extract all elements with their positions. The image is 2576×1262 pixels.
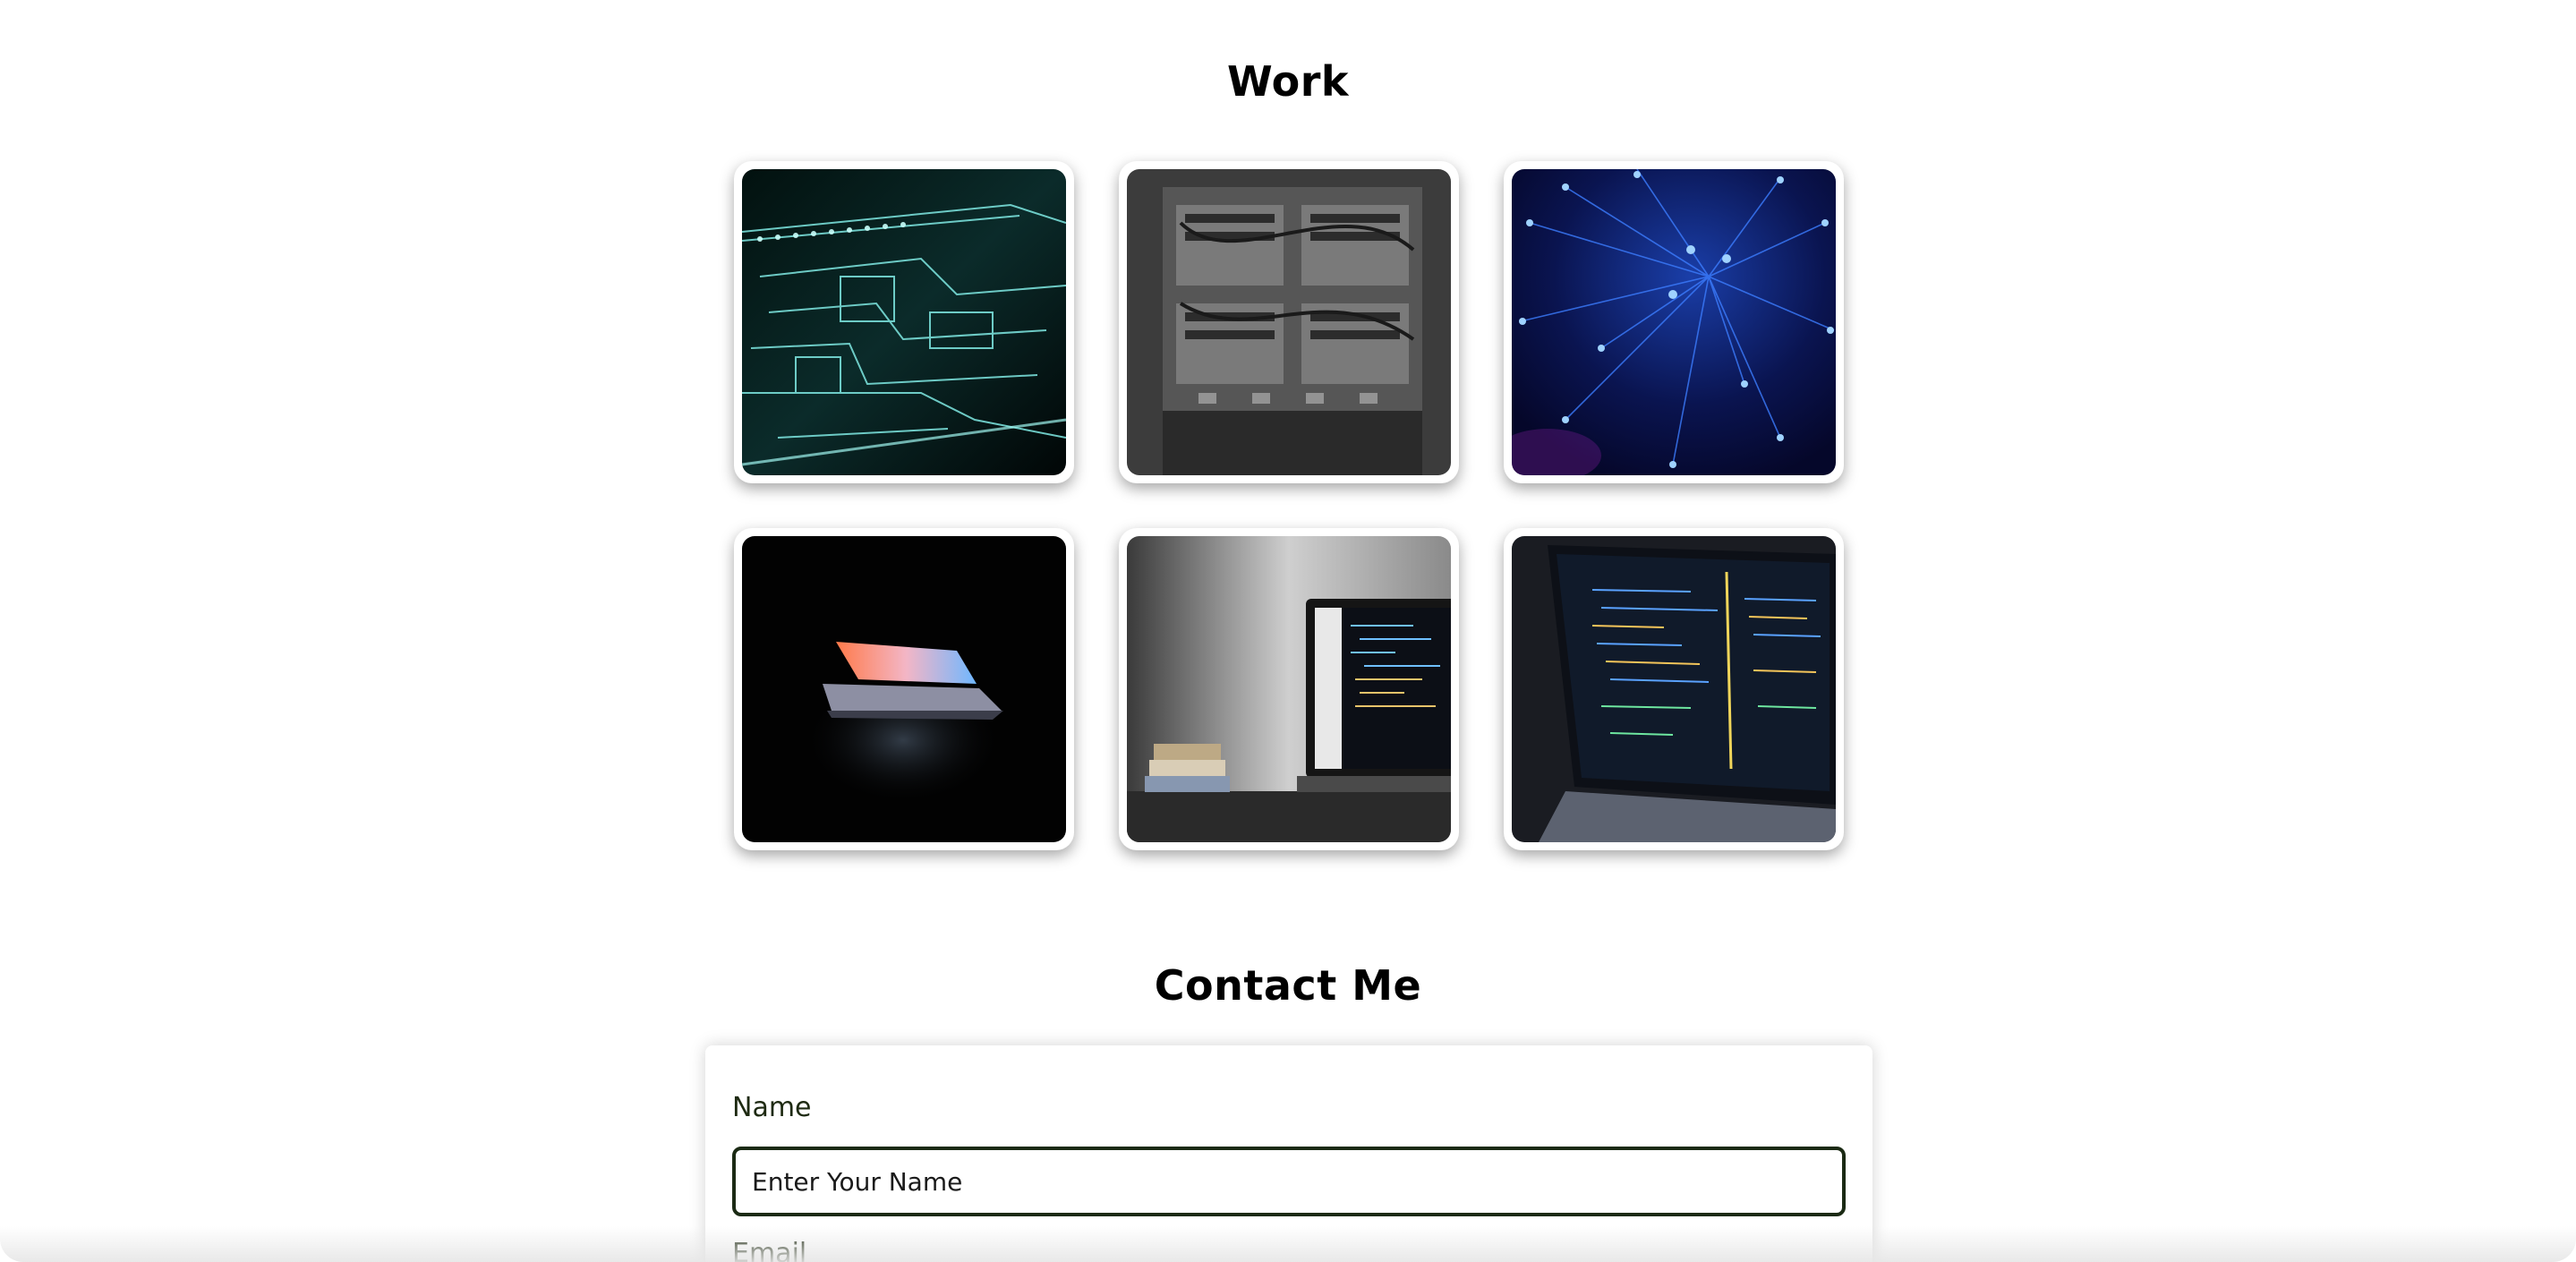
work-gallery (734, 161, 1844, 850)
work-heading: Work (1227, 57, 1349, 106)
circuit-board-image (742, 169, 1066, 475)
name-label: Name (732, 1092, 812, 1123)
fiber-optics-image (1512, 169, 1836, 475)
server-rack-image (1127, 169, 1451, 475)
email-label: Email (732, 1238, 807, 1262)
laptop-desk-code-image (1127, 536, 1451, 842)
name-input[interactable] (732, 1147, 1846, 1216)
work-card-5[interactable] (1119, 528, 1459, 850)
work-card-3[interactable] (1504, 161, 1844, 483)
contact-form: Name Email (705, 1045, 1872, 1262)
contact-heading: Contact Me (1154, 961, 1422, 1010)
work-card-1[interactable] (734, 161, 1074, 483)
work-card-4[interactable] (734, 528, 1074, 850)
laptop-dark-image (742, 536, 1066, 842)
laptop-code-editor-image (1512, 536, 1836, 842)
page: Work Contact Me Name Enter Your Name Ema… (0, 0, 2576, 1262)
work-card-2[interactable] (1119, 161, 1459, 483)
work-card-6[interactable] (1504, 528, 1844, 850)
